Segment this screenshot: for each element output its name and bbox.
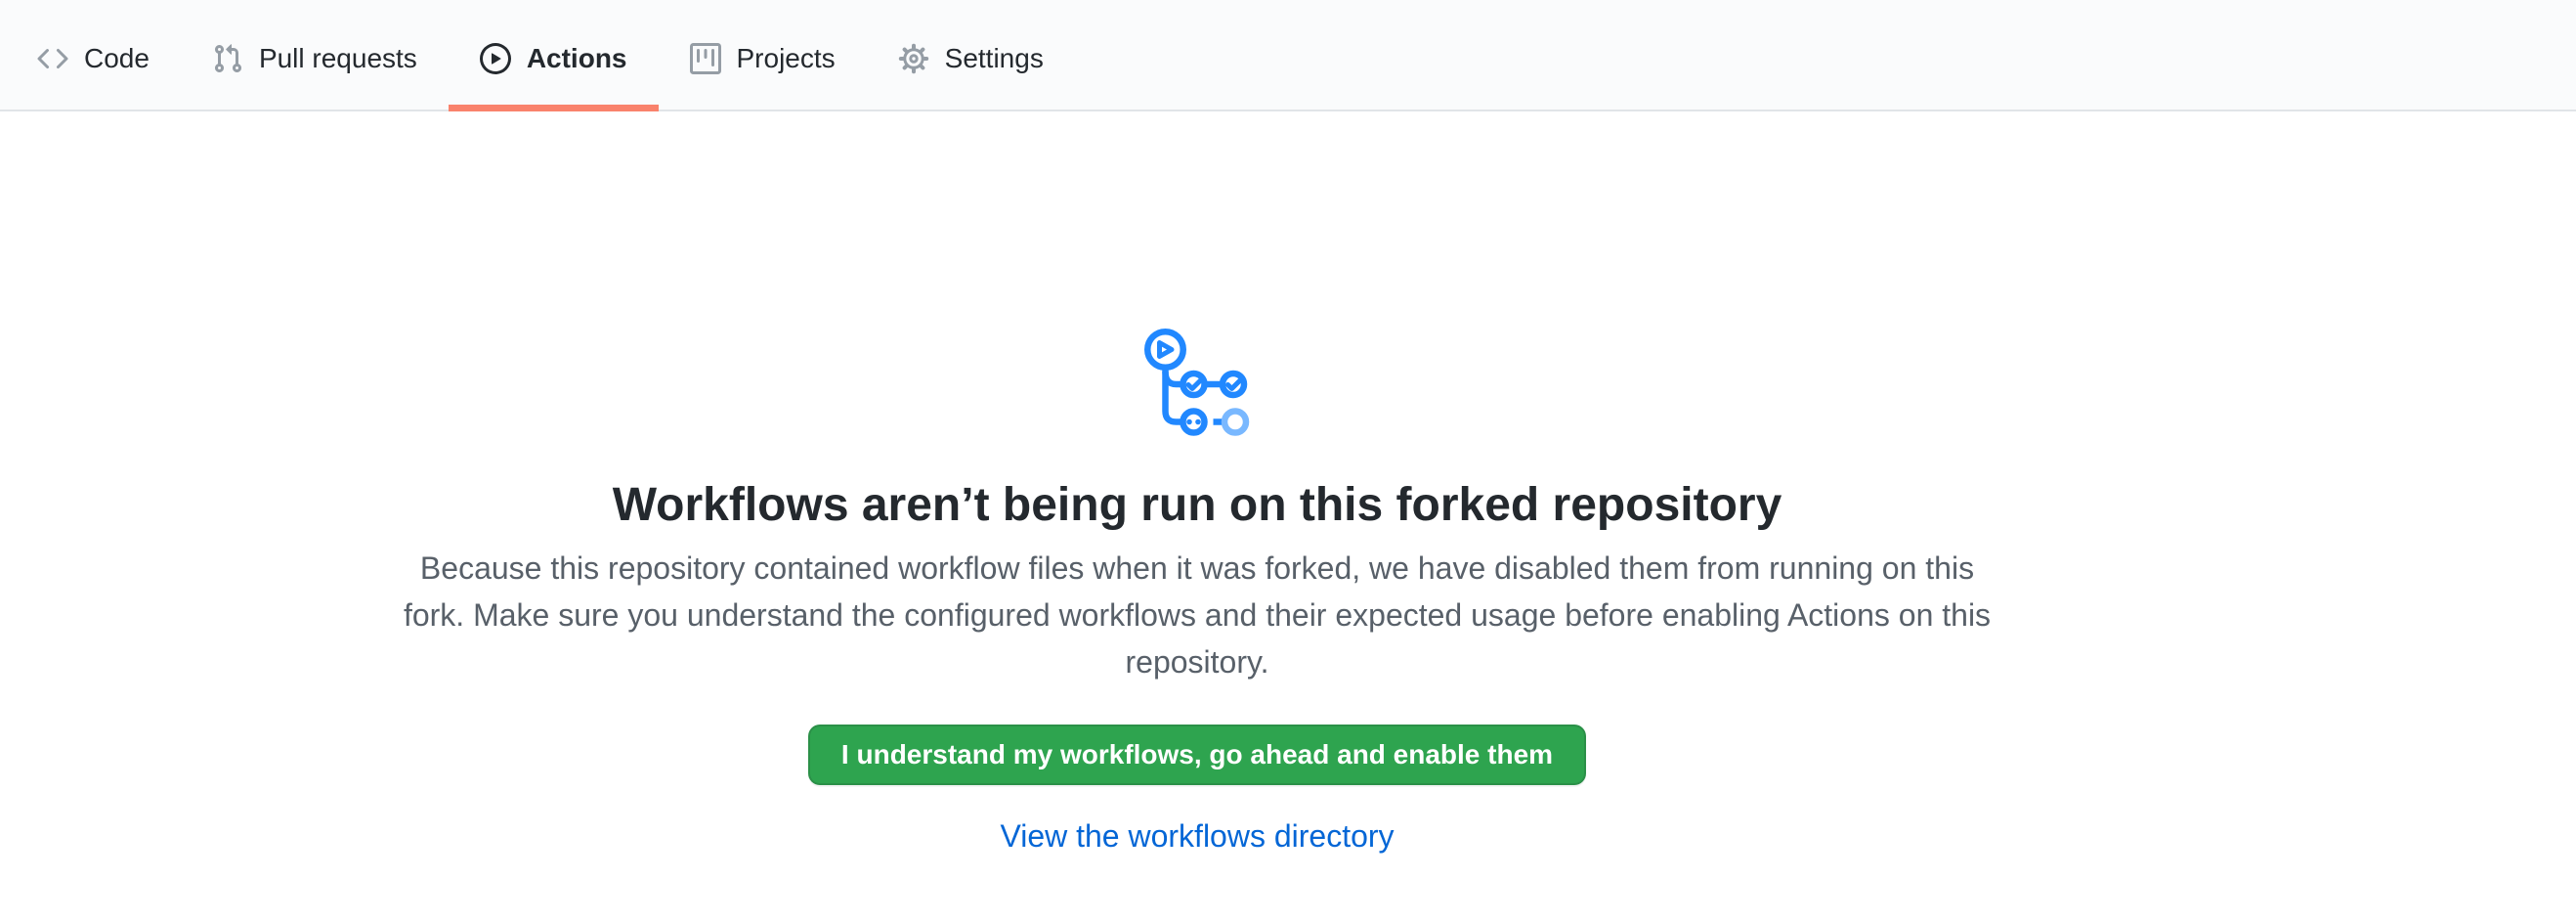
tab-label: Settings (945, 43, 1044, 74)
play-circle-icon (480, 43, 511, 74)
view-workflows-directory-link[interactable]: View the workflows directory (1000, 816, 1394, 856)
actions-blankslate: Workflows aren’t being run on this forke… (0, 111, 2576, 856)
tab-settings[interactable]: Settings (867, 8, 1075, 110)
tab-code[interactable]: Code (6, 8, 181, 110)
project-board-icon (690, 43, 721, 74)
gear-icon (898, 43, 929, 74)
tab-projects[interactable]: Projects (659, 8, 867, 110)
tab-label: Projects (737, 43, 836, 74)
tab-label: Actions (527, 43, 627, 74)
tab-label: Pull requests (259, 43, 417, 74)
tab-pull-requests[interactable]: Pull requests (181, 8, 449, 110)
tab-actions[interactable]: Actions (449, 8, 659, 110)
blankslate-description: Because this repository contained workfl… (401, 545, 1994, 685)
blankslate-title: Workflows aren’t being run on this forke… (613, 476, 1782, 535)
enable-workflows-button[interactable]: I understand my workflows, go ahead and … (808, 725, 1586, 785)
code-icon (37, 43, 68, 74)
workflow-graph-icon (1142, 327, 1253, 437)
repo-nav: Code Pull requests Actions Projects (0, 0, 2576, 111)
tab-label: Code (84, 43, 150, 74)
git-pull-request-icon (212, 43, 243, 74)
